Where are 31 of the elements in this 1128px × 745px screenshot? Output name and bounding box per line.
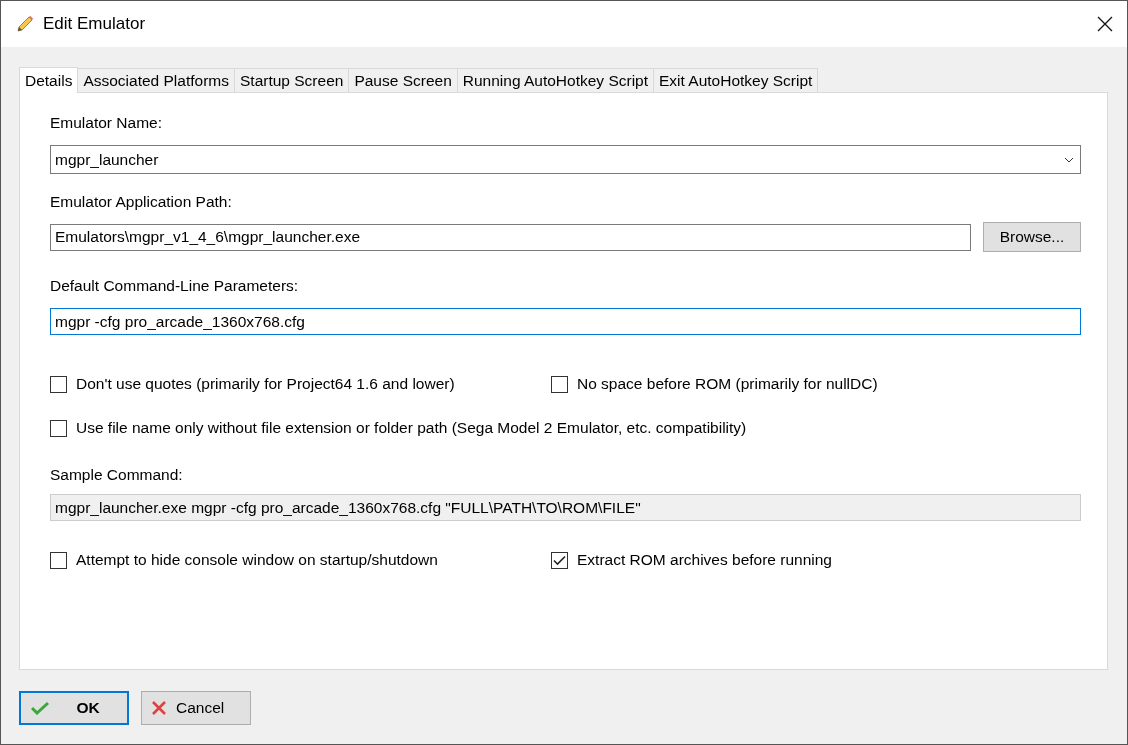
checkbox-label: Attempt to hide console window on startup/shutdown	[76, 551, 438, 569]
checkbox-label: Extract ROM archives before running	[577, 551, 832, 569]
application-path-field[interactable]: Emulators\mgpr_v1_4_6\mgpr_launcher.exe	[50, 223, 971, 251]
field-label: Sample Command:	[50, 465, 184, 485]
checkbox-label: Use file name only without file extension or folder path (Sega Model 2 Emulator, etc. compatibility)	[76, 419, 747, 437]
sample-command-field[interactable]: mgpr_launcher.exe mgpr -cfg pro_arcade_1360x768.cfg "FULL\PATH\TO\ROM\FILE"	[50, 494, 1081, 521]
window-title: Edit Emulator	[43, 14, 147, 34]
ok-button[interactable]: OK	[19, 691, 129, 725]
browse-button[interactable]: Browse...	[983, 222, 1081, 252]
field-label: Default Command-Line Parameters:	[50, 276, 300, 296]
field-label: Emulator Name:	[50, 113, 163, 133]
checkmark-icon	[31, 701, 49, 715]
checkbox[interactable]	[50, 419, 67, 437]
command-line-field[interactable]: mgpr -cfg pro_arcade_1360x768.cfg	[50, 308, 1081, 335]
checkbox[interactable]	[551, 375, 568, 393]
cross-icon	[152, 701, 166, 715]
checkbox-label: No space before ROM (primarily for nullDC)	[577, 375, 878, 393]
tab[interactable]: Running AutoHotkey Script	[456, 68, 654, 92]
chevron-down-icon	[1064, 156, 1074, 163]
checkbox[interactable]	[50, 551, 67, 569]
tab[interactable]: Exit AutoHotkey Script	[653, 68, 819, 92]
close-button[interactable]	[1095, 14, 1115, 34]
cancel-button[interactable]: Cancel	[141, 691, 251, 725]
field-label: Emulator Application Path:	[50, 192, 233, 212]
emulator-name-dropdown[interactable]: mgpr_launcher	[50, 145, 1081, 174]
tab[interactable]: Details	[19, 67, 79, 93]
tab[interactable]: Startup Screen	[234, 68, 350, 92]
checkbox-label: Don't use quotes (primarily for Project64 1.6 and lower)	[76, 375, 455, 393]
checkbox[interactable]	[551, 551, 568, 569]
pencil-icon	[15, 14, 35, 34]
checkbox[interactable]	[50, 375, 67, 393]
